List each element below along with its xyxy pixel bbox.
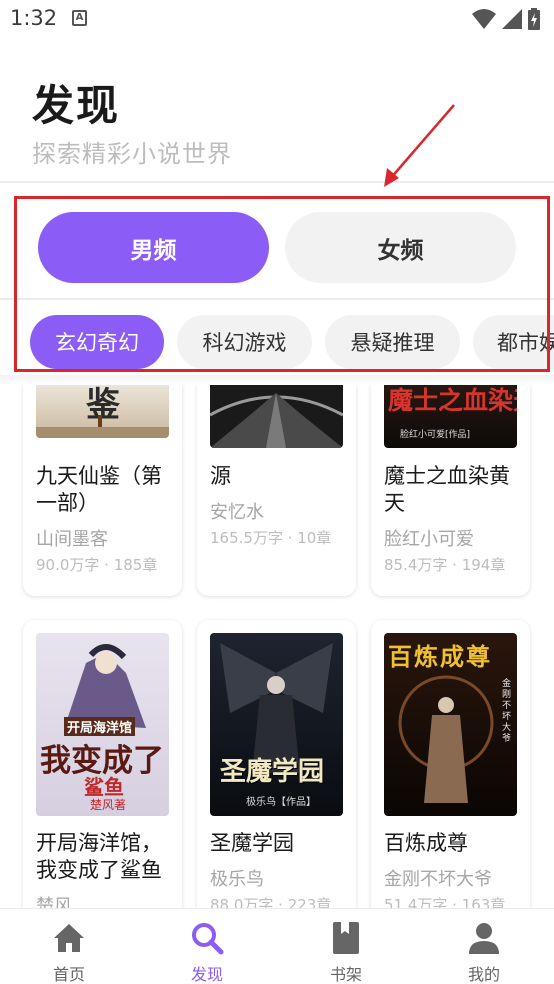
- chip-category[interactable]: 都市娱: [473, 315, 554, 369]
- book-author: 安忆水: [210, 502, 264, 523]
- cover-author: 楚风著: [90, 798, 127, 812]
- book-meta: 88.0万字 · 223章: [210, 896, 332, 908]
- book-meta: 51.4万字 · 163章: [384, 896, 506, 908]
- cover-author: 脸红小可爱[作品]: [400, 430, 471, 440]
- page-title: 发现: [32, 81, 121, 130]
- cover-art: [210, 393, 343, 448]
- bookshelf-icon: [333, 922, 359, 954]
- book-card[interactable]: 百炼成尊 金刚不坏大爷 百炼成尊 金刚不坏大爷 51.4万字 · 163章: [371, 620, 530, 908]
- nav-bookshelf[interactable]: 书架: [306, 909, 386, 984]
- nav-label: 书架: [329, 965, 362, 984]
- home-icon: [54, 924, 84, 952]
- status-time: 1:32: [10, 6, 58, 30]
- cover-subtitle: 开局海洋馆: [64, 717, 136, 736]
- book-author: 楚风: [36, 896, 72, 908]
- status-icons: [472, 7, 540, 31]
- chip-category[interactable]: 悬疑推理: [325, 315, 460, 369]
- nav-profile[interactable]: 我的: [444, 909, 524, 984]
- cover-author: 金刚不坏大爷: [502, 679, 512, 744]
- tab-male[interactable]: 男频: [38, 212, 269, 283]
- bottom-nav: 首页 发现 书架 我的: [0, 908, 554, 984]
- category-chips: 玄幻奇幻 科幻游戏 悬疑推理 都市娱: [0, 315, 554, 369]
- divider: [0, 375, 554, 385]
- book-author: 脸红小可爱: [384, 529, 474, 550]
- signal-icon: [502, 9, 522, 29]
- book-cover: 百炼成尊 金刚不坏大爷: [384, 633, 517, 816]
- chip-category[interactable]: 科幻游戏: [177, 315, 312, 369]
- battery-icon: [528, 8, 540, 30]
- book-title: 源: [210, 464, 231, 488]
- book-author: 极乐鸟: [210, 869, 264, 890]
- nav-label: 我的: [467, 965, 500, 984]
- wifi-icon: [472, 9, 496, 29]
- book-meta: 90.0万字 · 185章: [36, 556, 158, 574]
- nav-label: 发现: [190, 965, 223, 984]
- book-card[interactable]: 开局海洋馆 我变成了 鲨鱼 楚风著 开局海洋馆，我变成了鲨鱼 楚风: [23, 620, 182, 908]
- book-card[interactable]: 源 安忆水 165.5万字 · 10章: [197, 385, 356, 596]
- book-meta: 165.5万字 · 10章: [210, 529, 332, 547]
- chip-category[interactable]: 玄幻奇幻: [30, 315, 164, 369]
- book-cover: 魔士之血染天 脸红小可爱[作品]: [384, 385, 517, 448]
- nav-label: 首页: [52, 965, 85, 984]
- cover-art: [220, 643, 333, 773]
- book-card[interactable]: 鉴 九天仙鉴（第一部） 山间墨客 90.0万字 · 185章: [23, 385, 182, 596]
- divider: [0, 181, 554, 183]
- person-icon: [469, 923, 499, 954]
- status-bar: 1:32 A: [0, 0, 554, 38]
- cover-title: 百炼成尊: [388, 642, 492, 671]
- cover-title: 魔士之血染天: [388, 386, 517, 415]
- book-author: 山间墨客: [36, 529, 108, 550]
- book-title: 开局海洋馆，我变成了鲨鱼: [36, 831, 162, 882]
- book-meta: 85.4万字 · 194章: [384, 556, 506, 574]
- book-grid: 鉴 九天仙鉴（第一部） 山间墨客 90.0万字 · 185章 源 安忆水 165…: [0, 385, 554, 908]
- cover-title: 圣魔学园: [220, 757, 325, 787]
- notification-icon: A: [72, 10, 87, 26]
- book-card[interactable]: 圣魔学园 极乐鸟【作品】 圣魔学园 极乐鸟 88.0万字 · 223章: [197, 620, 356, 908]
- divider: [0, 298, 554, 300]
- annotation-arrow: [384, 104, 455, 187]
- book-author: 金刚不坏大爷: [384, 869, 492, 890]
- book-title: 九天仙鉴（第一部）: [36, 464, 162, 515]
- book-cover: 鉴: [36, 385, 169, 438]
- book-cover: 圣魔学园 极乐鸟【作品】: [210, 633, 343, 816]
- nav-home[interactable]: 首页: [29, 909, 109, 984]
- nav-discover[interactable]: 发现: [167, 909, 247, 984]
- book-cover: 开局海洋馆 我变成了 鲨鱼 楚风著: [36, 633, 169, 816]
- tab-female[interactable]: 女频: [285, 212, 516, 283]
- book-cover: [210, 385, 343, 448]
- book-card[interactable]: 魔士之血染天 脸红小可爱[作品] 魔士之血染黄天 脸红小可爱 85.4万字 · …: [371, 385, 530, 596]
- page-subtitle: 探索精彩小说世界: [32, 140, 232, 168]
- book-title: 百炼成尊: [384, 831, 468, 855]
- book-title: 圣魔学园: [210, 831, 294, 855]
- search-icon: [192, 923, 224, 955]
- cover-author: 极乐鸟【作品】: [246, 797, 316, 808]
- cover-title: 鉴: [86, 385, 120, 425]
- book-title: 魔士之血染黄天: [384, 464, 510, 515]
